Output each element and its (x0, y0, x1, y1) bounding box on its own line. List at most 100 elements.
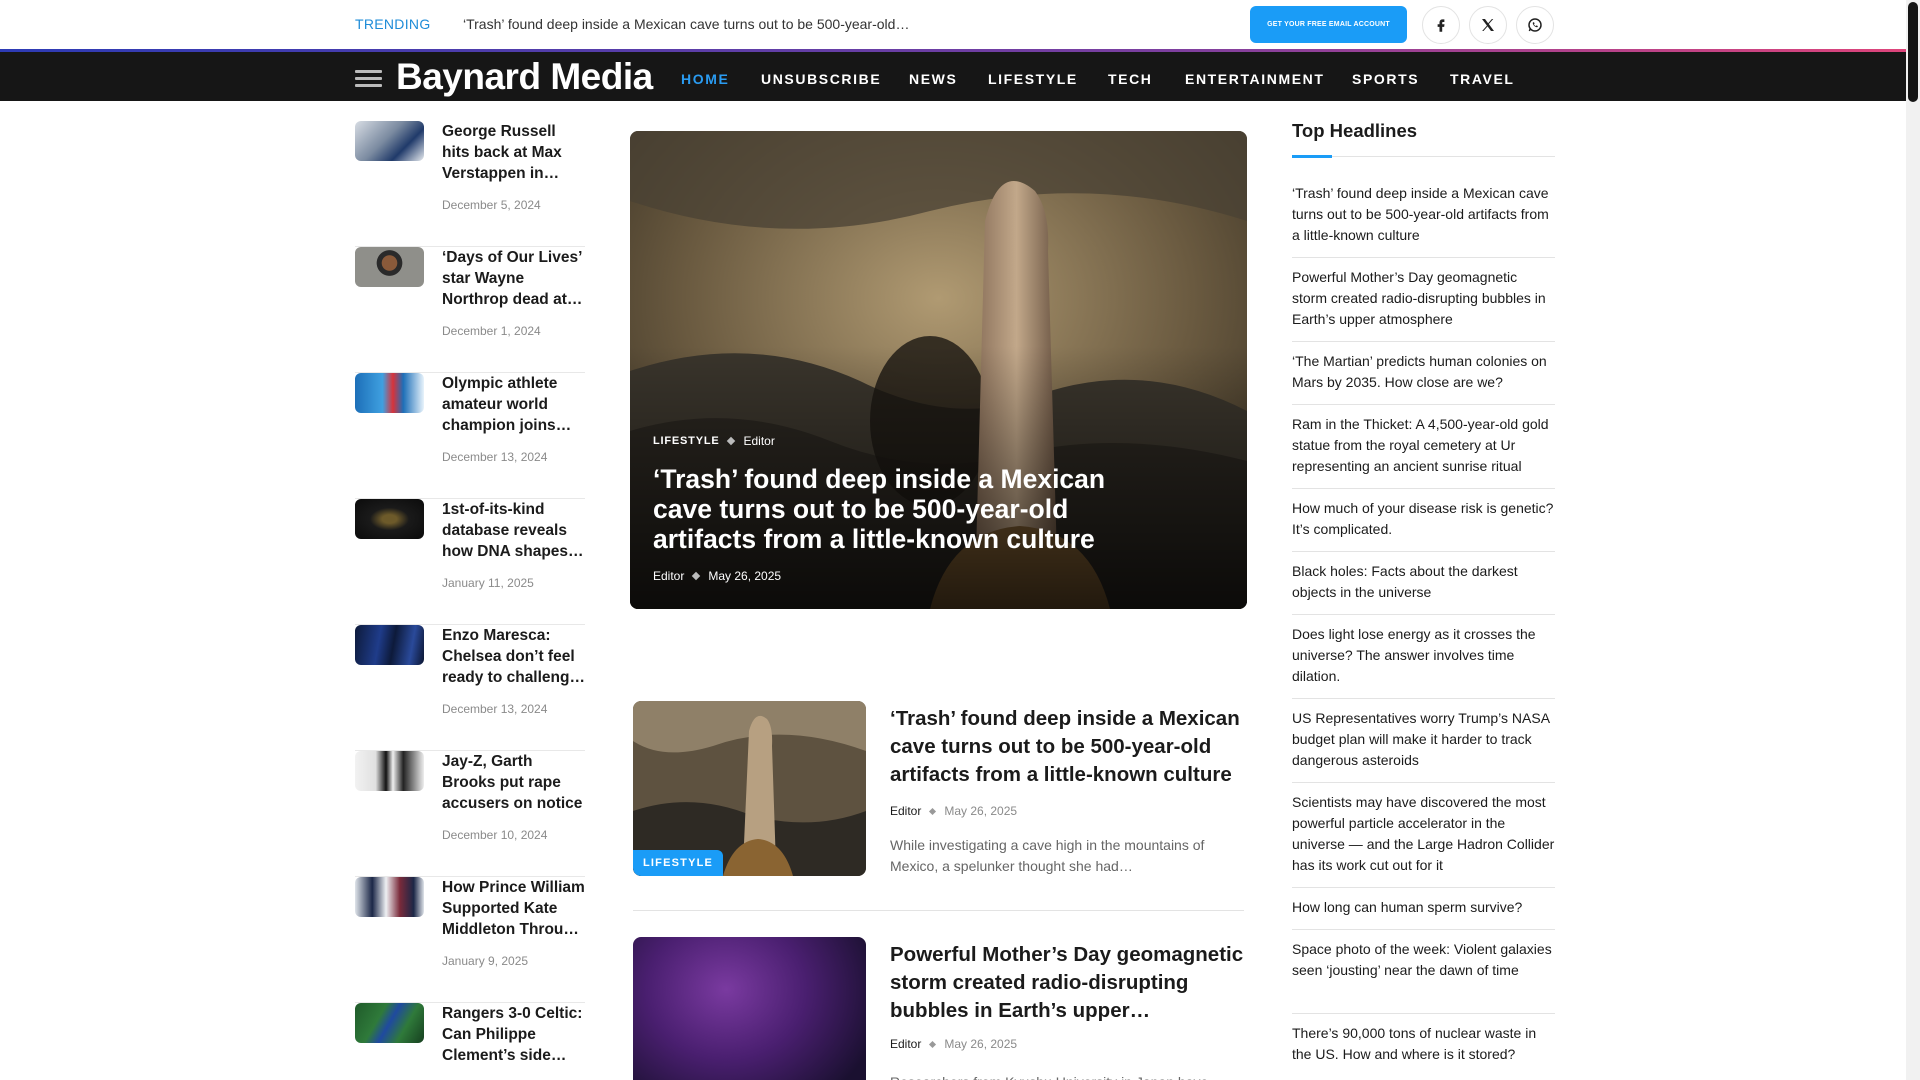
post-meta: Editor May 26, 2025 (890, 804, 1017, 818)
divider (1292, 257, 1555, 258)
sidebar-post-date: December 13, 2024 (442, 702, 548, 716)
sidebar-post-date: January 9, 2025 (442, 954, 529, 968)
facebook-icon[interactable] (1422, 6, 1460, 44)
sidebar-post-title[interactable]: How Prince William Supported Kate Middle… (442, 877, 585, 940)
post-thumbnail[interactable] (355, 751, 424, 791)
headline-link[interactable]: How much of your disease risk is genetic… (1292, 498, 1555, 540)
post-date: May 26, 2025 (944, 1037, 1018, 1051)
headline-link[interactable]: ‘Trash’ found deep inside a Mexican cave… (1292, 183, 1555, 246)
sidebar-post: Jay-Z, Garth Brooks put rape accusers on… (355, 751, 585, 877)
divider (1292, 341, 1555, 342)
hero-author[interactable]: Editor (653, 569, 684, 583)
nav-travel[interactable]: TRAVEL (1450, 71, 1515, 87)
post-thumbnail[interactable] (355, 121, 424, 161)
sidebar-post-title[interactable]: George Russell hits back at Max Verstapp… (442, 121, 585, 184)
headline-link[interactable]: Scientists may have discovered the most … (1292, 792, 1555, 876)
post-thumbnail[interactable] (355, 1003, 424, 1043)
list-post: Powerful Mother’s Day geomagnetic storm … (633, 937, 1244, 1080)
site-logo[interactable]: Baynard Media (396, 56, 653, 98)
sidebar-post: George Russell hits back at Max Verstapp… (355, 121, 585, 247)
page-scrollbar[interactable] (1906, 0, 1920, 1080)
hamburger-menu-icon[interactable] (355, 70, 382, 87)
sidebar-post-title[interactable]: Rangers 3-0 Celtic: Can Philippe Clement… (442, 1003, 585, 1066)
post-thumbnail[interactable] (355, 877, 424, 917)
meta-separator-icon (929, 807, 937, 815)
nav-lifestyle[interactable]: LIFESTYLE (988, 71, 1078, 87)
list-post: LIFESTYLE ‘Trash’ found deep inside a Me… (633, 701, 1244, 911)
headline-link[interactable]: There’s 90,000 tons of nuclear waste in … (1292, 1023, 1555, 1065)
top-bar: TRENDING ‘Trash’ found deep inside a Mex… (0, 0, 1920, 49)
headline-link[interactable]: US Representatives worry Trump’s NASA bu… (1292, 708, 1555, 771)
sidebar-post-title[interactable]: Olympic athlete amateur world champion j… (442, 373, 585, 436)
post-meta: Editor May 26, 2025 (890, 1037, 1017, 1051)
divider (1292, 698, 1555, 699)
sidebar-post: 1st-of-its-kind database reveals how DNA… (355, 499, 585, 625)
post-excerpt: Researchers from Kyushu University in Ja… (890, 1072, 1244, 1080)
nav-sports[interactable]: SPORTS (1352, 71, 1419, 87)
post-author[interactable]: Editor (890, 1037, 921, 1051)
meta-separator-icon (692, 571, 701, 581)
nav-entertainment[interactable]: ENTERTAINMENT (1185, 71, 1325, 87)
trending-label: TRENDING (355, 16, 431, 32)
divider (1292, 929, 1555, 930)
post-thumbnail[interactable] (355, 373, 424, 413)
headline-link[interactable]: Ram in the Thicket: A 4,500-year-old gol… (1292, 414, 1555, 477)
sidebar-post-title[interactable]: Jay-Z, Garth Brooks put rape accusers on… (442, 751, 585, 814)
featured-hero-card[interactable]: LIFESTYLE Editor ‘Trash’ found deep insi… (630, 131, 1247, 609)
sidebar-post: How Prince William Supported Kate Middle… (355, 877, 585, 1003)
divider (1292, 1013, 1555, 1014)
sidebar-post-date: December 13, 2024 (442, 450, 548, 464)
whatsapp-icon[interactable] (1516, 6, 1554, 44)
post-thumbnail[interactable] (355, 499, 424, 539)
post-thumbnail[interactable] (633, 937, 866, 1080)
nav-unsubscribe[interactable]: UNSUBSCRIBE (761, 71, 881, 87)
free-email-account-button[interactable]: GET YOUR FREE EMAIL ACCOUNT (1250, 6, 1407, 43)
post-author[interactable]: Editor (890, 804, 921, 818)
hero-author-top[interactable]: Editor (743, 434, 774, 448)
divider (1292, 404, 1555, 405)
headline-link[interactable]: Black holes: Facts about the darkest obj… (1292, 561, 1555, 603)
headline-link[interactable]: Space photo of the week: Violent galaxie… (1292, 939, 1555, 981)
hero-meta: LIFESTYLE Editor (653, 434, 775, 448)
post-thumbnail[interactable] (355, 625, 424, 665)
trending-headline[interactable]: ‘Trash’ found deep inside a Mexican cave… (463, 16, 913, 32)
headline-link[interactable]: Powerful Mother’s Day geomagnetic storm … (1292, 267, 1555, 330)
post-title[interactable]: ‘Trash’ found deep inside a Mexican cave… (890, 705, 1244, 789)
headline-link[interactable]: ‘The Martian’ predicts human colonies on… (1292, 351, 1555, 393)
meta-separator-icon (929, 1040, 937, 1048)
post-excerpt: While investigating a cave high in the m… (890, 837, 1205, 874)
sidebar-post-date: December 1, 2024 (442, 324, 541, 338)
sidebar-post: Rangers 3-0 Celtic: Can Philippe Clement… (355, 1003, 585, 1080)
divider (1292, 887, 1555, 888)
divider (1292, 488, 1555, 489)
divider (1292, 551, 1555, 552)
scrollbar-thumb[interactable] (1908, 2, 1918, 102)
top-headlines-title: Top Headlines (1292, 120, 1418, 141)
post-thumbnail[interactable]: LIFESTYLE (633, 701, 866, 876)
heading-accent (1292, 155, 1332, 158)
main-navigation: Baynard Media HOME UNSUBSCRIBE NEWS LIFE… (0, 52, 1920, 101)
x-icon[interactable] (1469, 6, 1507, 44)
sidebar-post-date: December 5, 2024 (442, 198, 541, 212)
sidebar-post-date: January 11, 2025 (442, 576, 534, 590)
sidebar-post-date: December 10, 2024 (442, 828, 548, 842)
post-thumbnail[interactable] (355, 247, 424, 287)
post-title[interactable]: Powerful Mother’s Day geomagnetic storm … (890, 941, 1244, 1025)
sidebar-post: ‘Days of Our Lives’ star Wayne Northrop … (355, 247, 585, 373)
hero-date: May 26, 2025 (708, 569, 782, 583)
sidebar-post-title[interactable]: 1st-of-its-kind database reveals how DNA… (442, 499, 585, 562)
sidebar-post-title[interactable]: ‘Days of Our Lives’ star Wayne Northrop … (442, 247, 585, 310)
sidebar-post-title[interactable]: Enzo Maresca: Chelsea don’t feel ready t… (442, 625, 585, 688)
hero-byline: Editor May 26, 2025 (653, 569, 781, 583)
post-category-badge[interactable]: LIFESTYLE (633, 850, 724, 876)
divider (1292, 782, 1555, 783)
nav-tech[interactable]: TECH (1108, 71, 1153, 87)
nav-news[interactable]: NEWS (909, 71, 957, 87)
hero-title[interactable]: ‘Trash’ found deep inside a Mexican cave… (653, 464, 1123, 554)
nav-home[interactable]: HOME (681, 71, 729, 87)
hero-category[interactable]: LIFESTYLE (653, 435, 719, 447)
sidebar-post: Enzo Maresca: Chelsea don’t feel ready t… (355, 625, 585, 751)
headline-link[interactable]: How long can human sperm survive? (1292, 897, 1555, 918)
post-date: May 26, 2025 (944, 804, 1018, 818)
headline-link[interactable]: Does light lose energy as it crosses the… (1292, 624, 1555, 687)
